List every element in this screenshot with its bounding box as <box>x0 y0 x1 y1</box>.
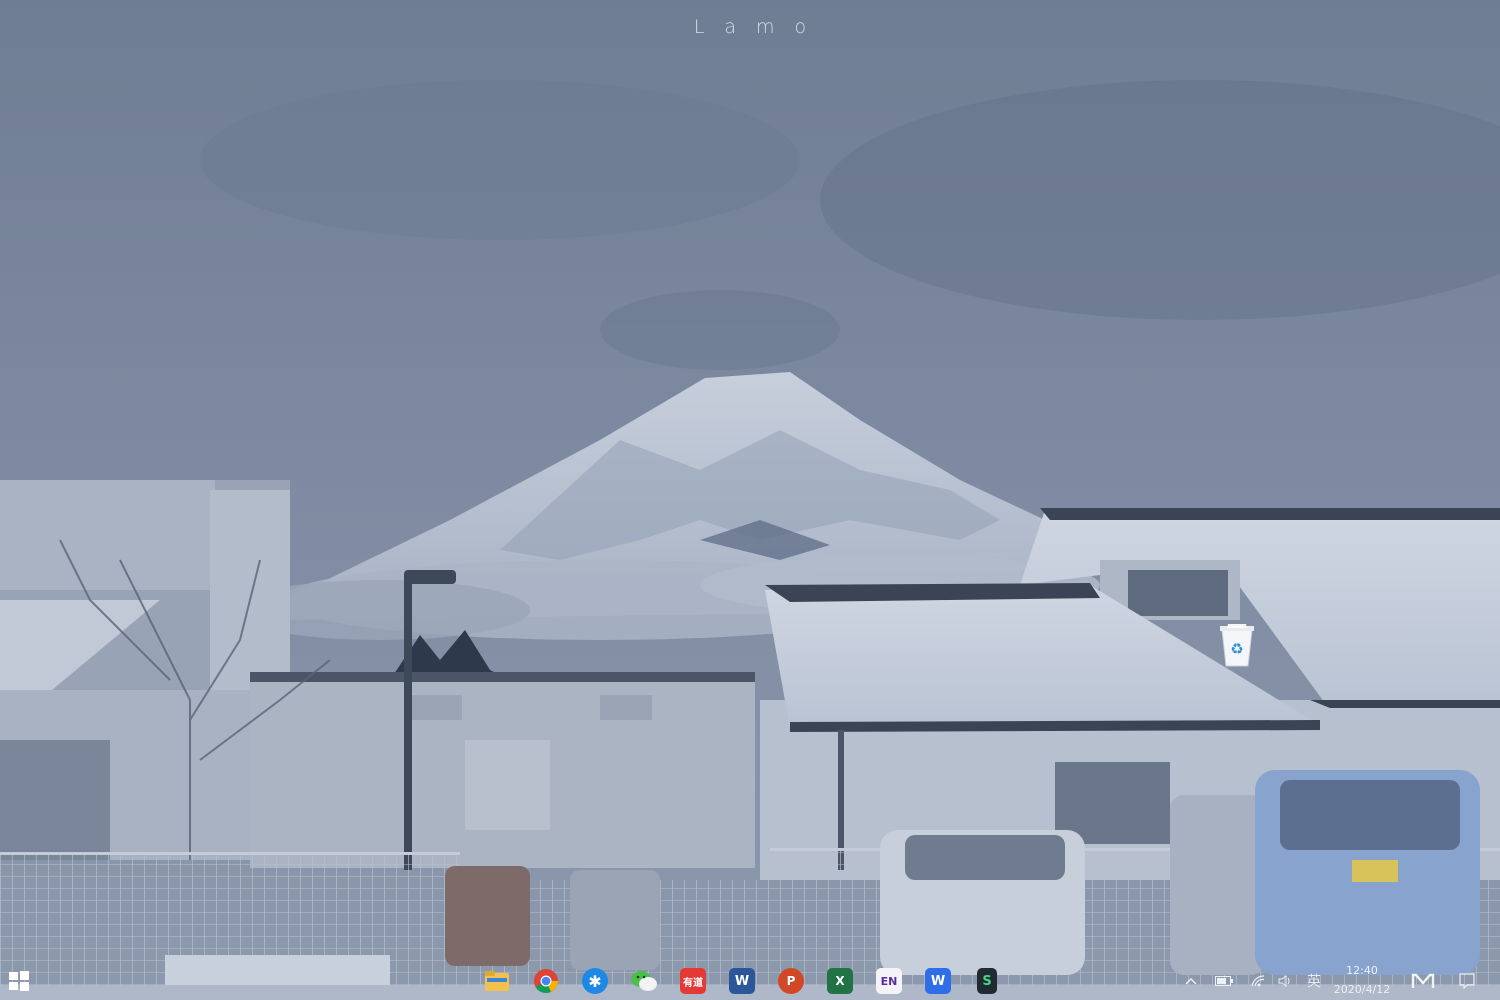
wifi-icon[interactable] <box>1248 970 1268 992</box>
volume-icon[interactable] <box>1276 970 1296 992</box>
app-s-icon[interactable]: S <box>969 964 1005 998</box>
wps-icon[interactable]: W <box>920 964 956 998</box>
desktop-wallpaper <box>0 0 1500 1000</box>
recycle-bin-icon[interactable]: ♻ <box>1214 620 1260 670</box>
file-explorer-icon[interactable] <box>479 964 515 998</box>
svg-text:♻: ♻ <box>1230 640 1243 658</box>
system-clock[interactable]: 12:40 2020/4/12 <box>1328 964 1396 998</box>
powerpoint-icon[interactable]: P <box>773 964 809 998</box>
app-star-icon[interactable]: ✱ <box>577 964 613 998</box>
word-icon[interactable]: W <box>724 964 760 998</box>
en-dictionary-icon[interactable]: EN <box>871 964 907 998</box>
excel-label: X <box>827 968 853 994</box>
windows-logo-icon[interactable] <box>8 970 30 992</box>
ime-indicator[interactable]: 英 <box>1303 970 1325 992</box>
app-s-label: S <box>977 968 997 994</box>
youdao-icon[interactable]: 有道 <box>675 964 711 998</box>
excel-icon[interactable]: X <box>822 964 858 998</box>
powerpoint-label: P <box>778 968 804 994</box>
wps-label: W <box>925 968 951 994</box>
battery-icon[interactable] <box>1214 970 1234 992</box>
chrome-icon[interactable] <box>528 964 564 998</box>
notification-icon[interactable] <box>1456 970 1478 992</box>
taskbar: ✱ 有道 W P X EN W S 英 12:40 2020/4/12 <box>0 960 1500 1000</box>
clock-time: 12:40 <box>1346 964 1378 977</box>
en-dictionary-label: EN <box>876 968 902 994</box>
wechat-icon[interactable] <box>626 964 662 998</box>
desktop-title: Lamo <box>693 16 827 38</box>
app-m-icon[interactable] <box>1410 970 1436 992</box>
word-label: W <box>729 968 755 994</box>
clock-date: 2020/4/12 <box>1333 983 1391 996</box>
youdao-label: 有道 <box>680 968 706 994</box>
chevron-up-icon[interactable] <box>1182 970 1200 992</box>
